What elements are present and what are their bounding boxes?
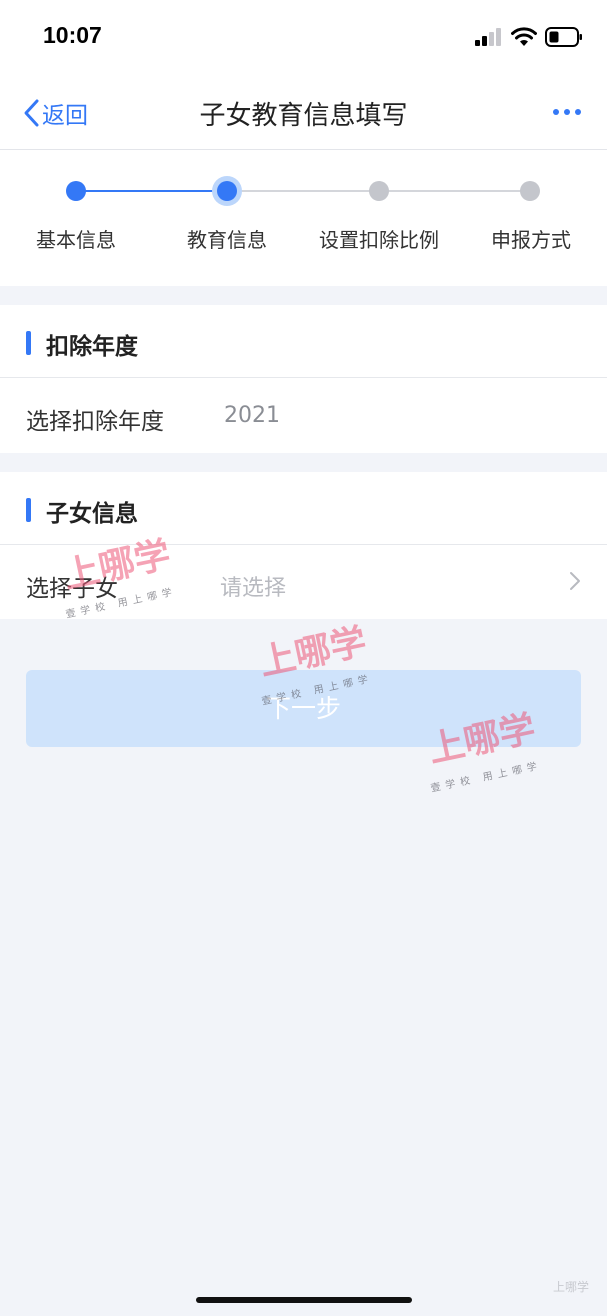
status-bar: 10:07	[0, 0, 607, 75]
select-child-row[interactable]: 选择子女 请选择	[0, 545, 607, 619]
deduction-year-value: 2021	[224, 403, 280, 428]
next-step-button[interactable]: 下一步	[26, 670, 581, 747]
section-title: 扣除年度	[46, 334, 138, 360]
section-accent-bar	[26, 331, 31, 355]
step-dot-deduction-ratio	[369, 181, 389, 201]
step-label-declare-method: 申报方式	[491, 228, 571, 252]
step-dot-basic-info	[66, 181, 86, 201]
chevron-right-icon	[570, 572, 580, 590]
nav-bar: 返回 子女教育信息填写	[0, 75, 607, 150]
progress-steps: 基本信息 教育信息 设置扣除比例 申报方式	[0, 150, 607, 286]
child-info-section: 子女信息 选择子女 请选择	[0, 472, 607, 619]
section-header: 扣除年度	[0, 305, 607, 378]
step-label-basic-info: 基本信息	[36, 228, 116, 252]
more-options-button[interactable]	[553, 109, 581, 115]
cellular-signal-icon	[475, 28, 501, 46]
step-label-education-info: 教育信息	[187, 228, 267, 252]
more-dot-icon	[553, 109, 559, 115]
step-connector-done	[76, 190, 227, 192]
step-dot-education-info	[217, 181, 237, 201]
section-title: 子女信息	[46, 501, 138, 527]
status-icons	[475, 26, 583, 48]
home-indicator[interactable]	[196, 1297, 412, 1303]
step-dot-declare-method	[520, 181, 540, 201]
status-time: 10:07	[43, 22, 102, 48]
more-dot-icon	[575, 109, 581, 115]
select-child-placeholder: 请选择	[220, 576, 287, 601]
wifi-icon	[511, 27, 537, 46]
deduction-year-section: 扣除年度 选择扣除年度 2021	[0, 305, 607, 453]
select-deduction-year-row[interactable]: 选择扣除年度 2021	[0, 378, 607, 452]
battery-icon	[545, 27, 582, 47]
page-title: 子女教育信息填写	[199, 101, 408, 131]
more-dot-icon	[564, 109, 570, 115]
row-label: 选择子女	[26, 576, 118, 602]
section-accent-bar	[26, 498, 31, 522]
section-header: 子女信息	[0, 472, 607, 545]
watermark-subtext: 壹学校 用上哪学	[429, 760, 543, 795]
corner-watermark: 上哪学	[552, 1280, 589, 1294]
step-label-deduction-ratio: 设置扣除比例	[319, 228, 439, 252]
row-label: 选择扣除年度	[26, 409, 164, 435]
